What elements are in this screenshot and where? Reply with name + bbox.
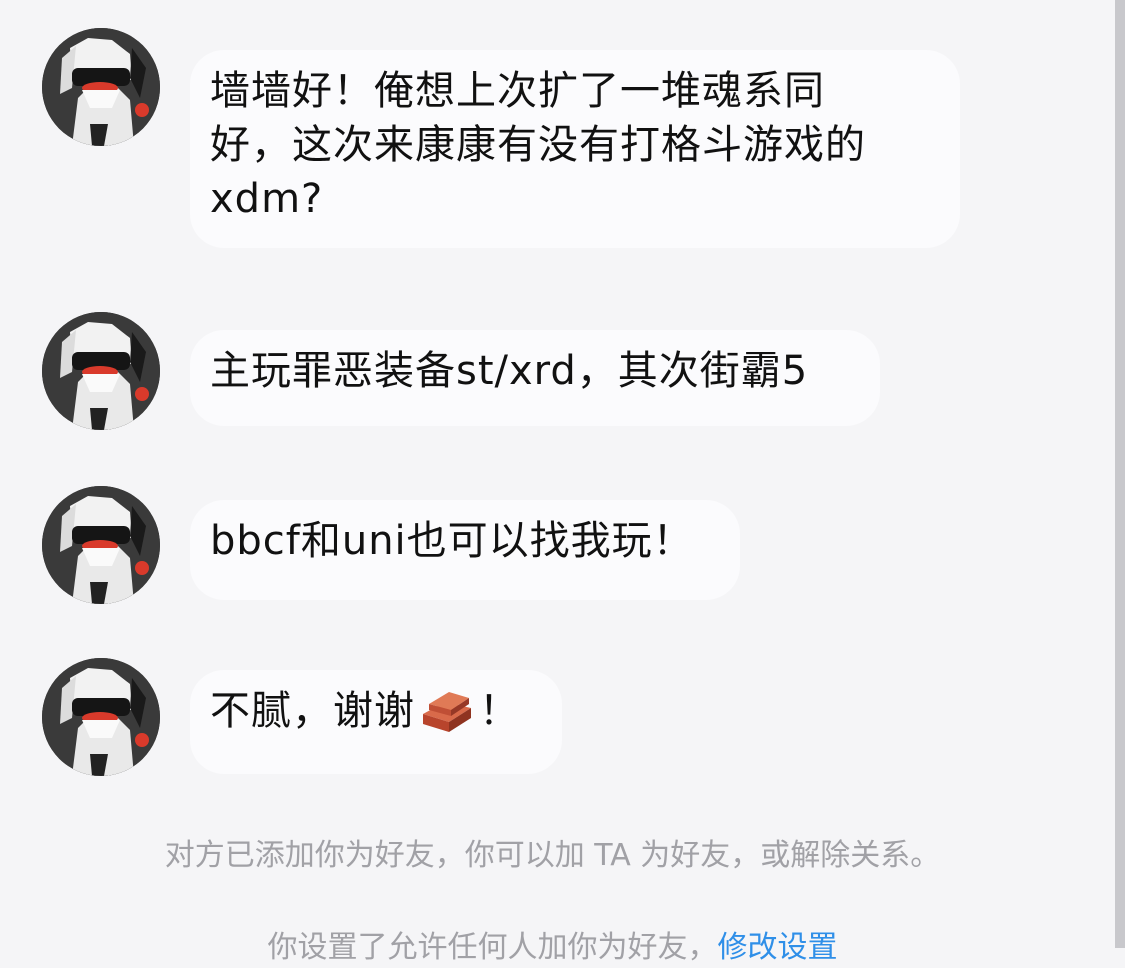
message-text: 墙墙好！俺想上次扩了一堆魂系同 好，这次来康康有没有打格斗游戏的 xdm? — [210, 68, 866, 222]
friend-status-notice: 对方已添加你为好友，你可以加 TA 为好友，或解除关系。 — [164, 838, 941, 873]
message-text: ！ — [479, 688, 520, 734]
chat-area: 墙墙好！俺想上次扩了一堆魂系同 好，这次来康康有没有打格斗游戏的 xdm? 主玩… — [0, 0, 1105, 965]
message-text: bbcf和uni也可以找我玩！ — [210, 518, 694, 564]
avatar-image — [42, 28, 160, 146]
message-text: 不腻，谢谢 — [210, 688, 415, 734]
avatar-image — [42, 486, 160, 604]
message-bubble[interactable]: bbcf和uni也可以找我玩！ — [190, 500, 740, 600]
avatar-image — [42, 312, 160, 430]
sender-avatar[interactable] — [42, 658, 160, 776]
message-bubble[interactable]: 主玩罪恶装备st/xrd，其次街霸5 — [190, 330, 880, 426]
sender-avatar[interactable] — [42, 28, 160, 146]
scrollbar-track[interactable] — [1115, 0, 1125, 948]
message-bubble[interactable]: 墙墙好！俺想上次扩了一堆魂系同 好，这次来康康有没有打格斗游戏的 xdm? — [190, 50, 960, 248]
message-bubble[interactable]: 不腻，谢谢 ！ — [190, 670, 562, 774]
settings-notice: 你设置了允许任何人加你为好友，修改设置 — [0, 928, 1105, 968]
sender-avatar[interactable] — [42, 486, 160, 604]
brick-emoji-icon — [423, 692, 471, 732]
sender-avatar[interactable] — [42, 312, 160, 430]
message-text: 主玩罪恶装备st/xrd，其次街霸5 — [210, 348, 809, 394]
avatar-image — [42, 658, 160, 776]
